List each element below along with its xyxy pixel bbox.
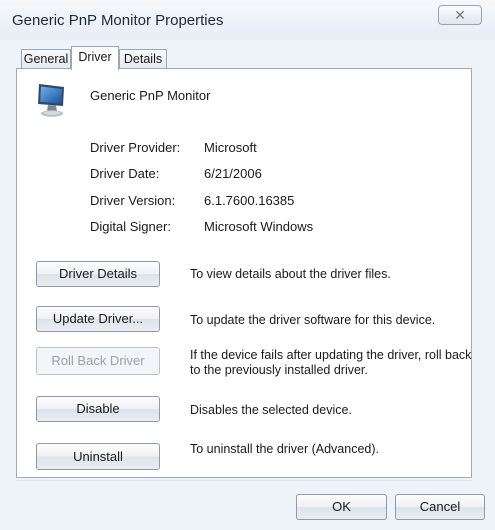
monitor-icon xyxy=(38,84,64,117)
close-button[interactable]: ✕ xyxy=(438,5,482,25)
driver-date-value: 6/21/2006 xyxy=(204,166,262,181)
driver-provider-label: Driver Provider: xyxy=(90,140,181,155)
roll-back-driver-button[interactable]: Roll Back Driver xyxy=(36,347,160,375)
roll-back-driver-description: If the device fails after updating the d… xyxy=(190,348,472,377)
close-icon: ✕ xyxy=(454,7,466,23)
title-bar[interactable]: Generic PnP Monitor Properties ✕ xyxy=(0,0,495,40)
driver-version-value: 6.1.7600.16385 xyxy=(204,193,295,208)
tab-driver[interactable]: Driver xyxy=(71,46,119,70)
driver-details-button[interactable]: Driver Details xyxy=(36,261,160,287)
digital-signer-value: Microsoft Windows xyxy=(204,219,314,234)
disable-description: Disables the selected device. xyxy=(190,403,352,417)
cancel-button[interactable]: Cancel xyxy=(395,494,485,520)
driver-details-description: To view details about the driver files. xyxy=(190,267,391,281)
driver-version-label: Driver Version: xyxy=(90,193,176,208)
disable-button[interactable]: Disable xyxy=(36,396,160,422)
window-title: Generic PnP Monitor Properties xyxy=(12,12,224,29)
update-driver-description: To update the driver software for this d… xyxy=(190,313,436,327)
ok-button[interactable]: OK xyxy=(296,494,387,520)
uninstall-description: To uninstall the driver (Advanced). xyxy=(190,442,379,456)
uninstall-button[interactable]: Uninstall xyxy=(36,443,160,470)
footer-divider xyxy=(16,480,472,481)
update-driver-button[interactable]: Update Driver... xyxy=(36,306,160,332)
device-name: Generic PnP Monitor xyxy=(90,88,211,103)
properties-dialog: Generic PnP Monitor Properties ✕ General… xyxy=(0,0,495,530)
digital-signer-label: Digital Signer: xyxy=(90,219,171,234)
tab-general[interactable]: General xyxy=(21,49,71,69)
tab-details[interactable]: Details xyxy=(119,49,167,69)
driver-provider-value: Microsoft xyxy=(204,140,257,155)
driver-date-label: Driver Date: xyxy=(90,166,160,181)
